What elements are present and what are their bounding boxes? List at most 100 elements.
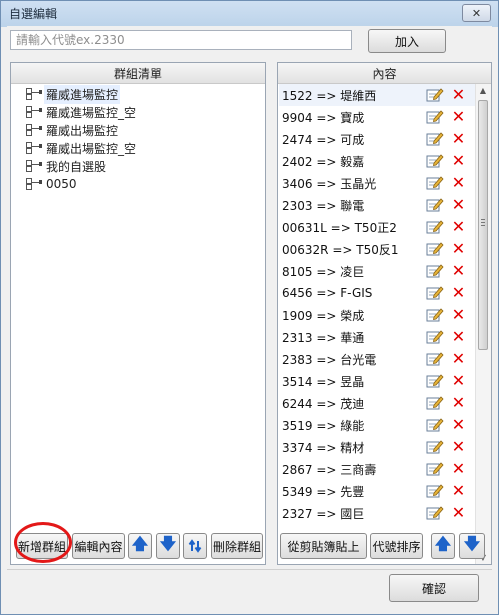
edit-icon[interactable] [426, 373, 444, 389]
group-item-label: 羅威出場監控 [46, 123, 119, 138]
delete-icon[interactable]: ✕ [450, 306, 467, 323]
stock-entry-label: 8105 => 凌巨 [282, 264, 365, 279]
delete-icon[interactable]: ✕ [450, 372, 467, 389]
delete-icon[interactable]: ✕ [450, 350, 467, 367]
group-item[interactable]: 0050 [25, 175, 138, 193]
group-item[interactable]: 我的自選股 [25, 157, 138, 175]
stock-entry-label: 2474 => 可成 [282, 132, 365, 147]
edit-icon[interactable] [426, 263, 444, 279]
delete-icon[interactable]: ✕ [450, 328, 467, 345]
stock-entry-label: 2383 => 台光電 [282, 352, 377, 367]
list-item[interactable]: 6456 => F-GIS ✕ [279, 282, 477, 304]
list-item[interactable]: 3374 => 精材 ✕ [279, 436, 477, 458]
edit-icon[interactable] [426, 483, 444, 499]
list-item[interactable]: 00631L => T50正2 ✕ [279, 216, 477, 238]
delete-icon[interactable]: ✕ [450, 504, 467, 521]
list-item[interactable]: 2303 => 聯電 ✕ [279, 194, 477, 216]
edit-icon[interactable] [426, 285, 444, 301]
delete-group-button[interactable]: 刪除群組 [211, 533, 263, 559]
stock-entry-label: 1909 => 榮成 [282, 308, 365, 323]
move-group-up-button[interactable]: 🡅 [128, 533, 152, 559]
scroll-thumb[interactable] [478, 100, 488, 350]
group-item[interactable]: 羅威出場監控_空 [25, 139, 138, 157]
edit-icon[interactable] [426, 505, 444, 521]
list-item[interactable]: 8105 => 凌巨 ✕ [279, 260, 477, 282]
arrow-down-icon: 🡇 [159, 533, 177, 553]
edit-icon[interactable] [426, 461, 444, 477]
edit-icon[interactable] [426, 329, 444, 345]
list-item[interactable]: 6244 => 茂迪 ✕ [279, 392, 477, 414]
group-item[interactable]: 羅威進場監控 [25, 84, 138, 104]
group-node-icon [25, 177, 42, 191]
list-item[interactable]: 2474 => 可成 ✕ [279, 128, 477, 150]
delete-icon[interactable]: ✕ [450, 482, 467, 499]
list-item[interactable]: 2313 => 華通 ✕ [279, 326, 477, 348]
edit-icon[interactable] [426, 417, 444, 433]
stock-entry-label: 00631L => T50正2 [282, 220, 397, 235]
list-item[interactable]: 00632R => T50反1 ✕ [279, 238, 477, 260]
list-item[interactable]: 2383 => 台光電 ✕ [279, 348, 477, 370]
list-item[interactable]: 2402 => 毅嘉 ✕ [279, 150, 477, 172]
stock-entry-label: 3374 => 精材 [282, 440, 365, 455]
list-item[interactable]: 9904 => 寶成 ✕ [279, 106, 477, 128]
group-node-icon [25, 87, 42, 101]
delete-icon[interactable]: ✕ [450, 394, 467, 411]
arrow-up-icon: 🡅 [131, 533, 149, 553]
move-item-down-button[interactable]: 🡇 [459, 533, 485, 559]
delete-icon[interactable]: ✕ [450, 174, 467, 191]
paste-from-clipboard-button[interactable]: 從剪貼簿貼上 [280, 533, 367, 559]
edit-icon[interactable] [426, 241, 444, 257]
list-item[interactable]: 3514 => 昱晶 ✕ [279, 370, 477, 392]
stock-entry-label: 2303 => 聯電 [282, 198, 365, 213]
list-item[interactable]: 1522 => 堤維西 ✕ [279, 84, 477, 106]
edit-icon[interactable] [426, 351, 444, 367]
delete-icon[interactable]: ✕ [450, 86, 467, 103]
edit-icon[interactable] [426, 307, 444, 323]
swap-group-button[interactable] [183, 533, 207, 559]
delete-icon[interactable]: ✕ [450, 218, 467, 235]
delete-icon[interactable]: ✕ [450, 416, 467, 433]
edit-content-button[interactable]: 編輯內容 [72, 533, 125, 559]
list-item[interactable]: 3519 => 綠能 ✕ [279, 414, 477, 436]
list-item[interactable]: 5349 => 先豐 ✕ [279, 480, 477, 502]
delete-icon[interactable]: ✕ [450, 240, 467, 257]
symbol-search-input[interactable] [10, 30, 352, 50]
list-item[interactable]: 2867 => 三商壽 ✕ [279, 458, 477, 480]
delete-icon[interactable]: ✕ [450, 262, 467, 279]
delete-icon[interactable]: ✕ [450, 438, 467, 455]
delete-icon[interactable]: ✕ [450, 284, 467, 301]
arrow-down-icon: 🡇 [463, 533, 481, 553]
group-item[interactable]: 羅威出場監控 [25, 121, 138, 139]
sort-by-code-button[interactable]: 代號排序 [370, 533, 423, 559]
edit-icon[interactable] [426, 395, 444, 411]
edit-icon[interactable] [426, 197, 444, 213]
delete-icon[interactable]: ✕ [450, 460, 467, 477]
confirm-button[interactable]: 確認 [389, 574, 479, 602]
group-item-label: 羅威進場監控_空 [46, 105, 137, 120]
add-button[interactable]: 加入 [368, 29, 446, 53]
edit-icon[interactable] [426, 131, 444, 147]
delete-icon[interactable]: ✕ [450, 152, 467, 169]
delete-icon[interactable]: ✕ [450, 196, 467, 213]
edit-icon[interactable] [426, 153, 444, 169]
edit-icon[interactable] [426, 219, 444, 235]
edit-icon[interactable] [426, 439, 444, 455]
swap-icon [188, 539, 202, 553]
edit-icon[interactable] [426, 87, 444, 103]
list-item[interactable]: 3406 => 玉晶光 ✕ [279, 172, 477, 194]
content-scrollbar[interactable]: ▲ ▼ [475, 84, 491, 564]
close-button[interactable]: ✕ [462, 4, 491, 22]
scroll-up-icon[interactable]: ▲ [478, 86, 488, 95]
move-group-down-button[interactable]: 🡇 [156, 533, 180, 559]
group-node-icon [25, 105, 42, 119]
list-item[interactable]: 1909 => 榮成 ✕ [279, 304, 477, 326]
list-item[interactable]: 2327 => 國巨 ✕ [279, 502, 477, 524]
move-item-up-button[interactable]: 🡅 [431, 533, 455, 559]
edit-icon[interactable] [426, 175, 444, 191]
delete-icon[interactable]: ✕ [450, 130, 467, 147]
edit-icon[interactable] [426, 109, 444, 125]
group-tree: 羅威進場監控 羅威進場監控_空 羅威出場監控 羅威出場監控_空我的自選股 0050 [25, 84, 138, 193]
group-item[interactable]: 羅威進場監控_空 [25, 103, 138, 121]
delete-icon[interactable]: ✕ [450, 108, 467, 125]
group-item-label: 我的自選股 [46, 159, 107, 174]
